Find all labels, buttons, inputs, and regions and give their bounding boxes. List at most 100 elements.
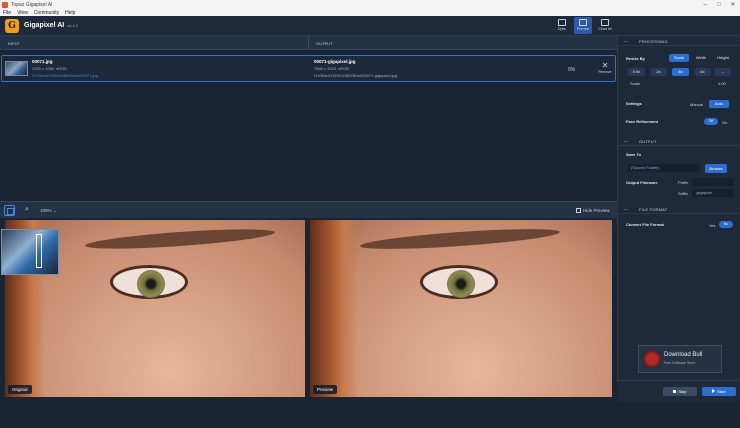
zoom-value: 100%: [40, 208, 52, 213]
column-divider: [308, 36, 309, 50]
face-refinement-on[interactable]: On: [722, 120, 727, 125]
scale-label: Scale: [630, 81, 641, 86]
preview-toolbar: ⌕ 100% ⌄ Hide Preview: [0, 201, 617, 218]
play-icon: [712, 389, 716, 393]
convert-no-option[interactable]: No: [719, 221, 733, 228]
input-path[interactable]: H:/Other/1920x1080/Other/00071.jpg: [32, 73, 98, 78]
start-label: Start: [717, 389, 726, 394]
scale-0-5x[interactable]: 0.5x: [628, 68, 645, 76]
start-button[interactable]: Start: [702, 387, 736, 396]
preview-button-label: Preview: [576, 27, 590, 31]
resize-width-option[interactable]: Width: [691, 54, 711, 62]
file-row[interactable]: 00071.jpg 1920 x 1080, sRGB H:/Other/192…: [1, 55, 616, 82]
browse-button[interactable]: Browse: [705, 164, 727, 173]
open-button[interactable]: Open: [553, 17, 571, 34]
file-format-title: FILE FORMAT: [639, 207, 668, 212]
hair-region: [310, 220, 358, 397]
preview-label: Preview: [313, 385, 338, 394]
resize-by-label: Resize By: [626, 56, 645, 61]
output-meta: 7680 x 4320, sRGB: [314, 66, 349, 71]
maximize-button[interactable]: □: [712, 0, 726, 10]
stop-icon: [673, 390, 677, 393]
prefix-field[interactable]: [692, 178, 734, 186]
app-header: G Gigapixel AI v6.4.2 Open Preview Close …: [0, 16, 740, 36]
zoom-icon[interactable]: ⌕: [25, 206, 29, 214]
input-meta: 1920 x 1080, sRGB: [32, 66, 67, 71]
file-list-header: INPUT OUTPUT: [0, 36, 617, 50]
close-all-icon: [601, 19, 609, 26]
iris: [447, 270, 475, 298]
eye: [420, 265, 498, 299]
close-all-button[interactable]: Close All: [596, 17, 614, 34]
prefix-label: Prefix: [678, 180, 689, 185]
settings-manual-option[interactable]: Manual: [690, 102, 703, 107]
stop-button[interactable]: Stop: [663, 387, 697, 396]
suffix-field[interactable]: -gigapixel: [692, 189, 734, 197]
convert-yes-option[interactable]: Yes: [709, 223, 716, 228]
open-button-label: Open: [557, 27, 567, 31]
split-view-icon: [579, 19, 587, 26]
settings-auto-option[interactable]: Auto: [709, 100, 729, 108]
save-to-label: Save To: [626, 152, 642, 157]
scale-6x[interactable]: 6x: [694, 68, 711, 76]
output-filename-label: Output Filename: [626, 180, 658, 185]
settings-label: Settings: [626, 101, 642, 106]
processing-title: PROCESSING: [639, 39, 668, 44]
remove-button[interactable]: ✕ Remove: [597, 62, 613, 75]
progress-percent: 0%: [568, 67, 576, 73]
convert-format-label: Convert File Format: [626, 222, 664, 227]
face-refinement-label: Face Refinement: [626, 119, 659, 124]
iris: [137, 270, 165, 298]
app-window: Topaz Gigapixel AI – □ ✕ File View Commu…: [0, 0, 740, 428]
navigator-frame[interactable]: [36, 234, 42, 268]
watermark-subtitle: Free Software Store: [664, 361, 696, 365]
close-window-button[interactable]: ✕: [726, 0, 740, 10]
hide-preview-button[interactable]: Hide Preview: [576, 208, 610, 213]
title-bar: Topaz Gigapixel AI – □ ✕: [0, 0, 740, 10]
split-view-toggle[interactable]: [4, 205, 15, 216]
watermark: Download Bull Free Software Store: [638, 345, 722, 373]
processing-section-header[interactable]: — PROCESSING: [618, 36, 740, 46]
bottom-strip: [0, 399, 617, 428]
footer-filler: [617, 402, 740, 428]
window-title: Topaz Gigapixel AI: [11, 2, 53, 8]
face-refinement-off[interactable]: Off: [704, 118, 718, 125]
watermark-title: Download Bull: [664, 352, 703, 358]
file-thumbnail: [5, 61, 28, 76]
original-label: Original: [8, 385, 32, 394]
remove-label: Remove: [598, 70, 612, 74]
app-icon: [2, 2, 8, 8]
brand-name: Gigapixel AI: [24, 22, 65, 29]
output-section-header[interactable]: — OUTPUT: [618, 136, 740, 146]
scale-2x[interactable]: 2x: [650, 68, 667, 76]
action-footer: Stop Start: [617, 380, 740, 402]
app-version: v6.4.2: [67, 23, 79, 28]
hide-preview-icon: [576, 208, 581, 213]
resize-scale-option[interactable]: Scale: [669, 54, 689, 62]
suffix-label: Suffix: [678, 191, 688, 196]
preview-button[interactable]: Preview: [574, 17, 592, 34]
save-to-field[interactable]: (Source Folder): [628, 164, 700, 172]
zoom-select[interactable]: 100% ⌄: [40, 208, 57, 214]
chevron-down-icon: —: [624, 138, 628, 143]
minimize-button[interactable]: –: [698, 0, 712, 10]
logo-icon: G: [5, 19, 19, 33]
chevron-down-icon: ⌄: [52, 208, 57, 213]
app-brand: Gigapixel AI v6.4.2: [24, 22, 78, 29]
chevron-down-icon: —: [624, 206, 628, 211]
preview-pane[interactable]: Preview: [310, 220, 612, 397]
scale-4x[interactable]: 4x: [672, 68, 689, 76]
close-all-button-label: Close All: [598, 27, 612, 31]
input-column-header: INPUT: [8, 41, 20, 46]
file-format-section-header[interactable]: — FILE FORMAT: [618, 204, 740, 214]
scale-custom[interactable]: →: [714, 68, 731, 76]
eye: [110, 265, 188, 299]
chevron-down-icon: —: [624, 38, 628, 43]
navigator-thumbnail[interactable]: [1, 229, 59, 275]
output-path: H:/Other/1920x1080/Other/00071-gigapixel…: [314, 73, 397, 78]
stop-label: Stop: [678, 389, 687, 394]
output-filename: 00071-gigapixel.jpg: [314, 59, 356, 64]
hide-preview-label: Hide Preview: [583, 208, 610, 213]
resize-height-option[interactable]: Height: [713, 54, 733, 62]
folder-icon: [558, 19, 566, 26]
